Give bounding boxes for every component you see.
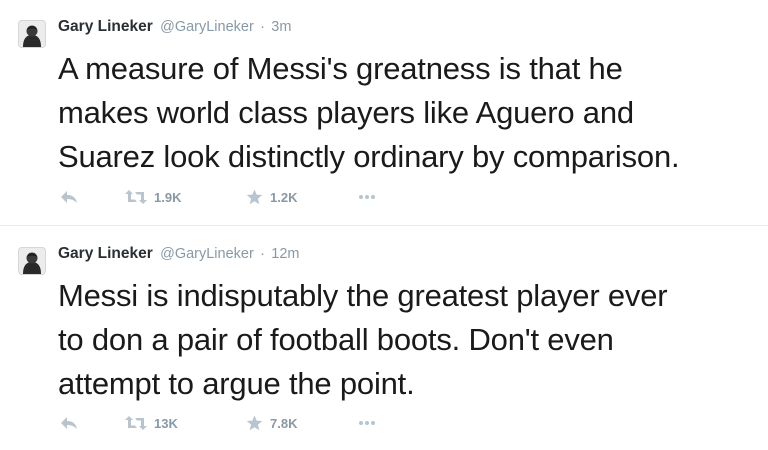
- retweet-icon: [125, 189, 147, 205]
- reply-button[interactable]: [60, 187, 78, 207]
- retweet-count: 13K: [154, 415, 178, 431]
- tweet-text: A measure of Messi's greatness is that h…: [58, 51, 680, 174]
- tweet-divider: [0, 225, 768, 226]
- favorite-button[interactable]: 7.8K: [246, 413, 297, 433]
- favorite-count: 7.8K: [270, 415, 298, 431]
- tweet[interactable]: Gary Lineker @GaryLineker · 12m Messi is…: [0, 227, 768, 450]
- favorite-count: 1.2K: [270, 189, 298, 205]
- retweet-icon: [125, 415, 147, 431]
- tweet-header: Gary Lineker @GaryLineker · 12m: [58, 244, 299, 264]
- star-icon: [246, 415, 263, 431]
- author-name[interactable]: Gary Lineker: [58, 18, 153, 35]
- separator: ·: [260, 246, 265, 262]
- more-button[interactable]: [358, 413, 376, 433]
- reply-icon: [60, 415, 78, 431]
- star-icon: [246, 189, 263, 205]
- more-dots-icon: [358, 194, 376, 200]
- avatar[interactable]: [18, 20, 46, 48]
- tweet-header: Gary Lineker @GaryLineker · 3m: [58, 17, 291, 37]
- retweet-button[interactable]: 13K: [125, 413, 178, 433]
- separator: ·: [260, 19, 265, 35]
- timestamp[interactable]: 12m: [271, 246, 299, 262]
- avatar[interactable]: [18, 247, 46, 275]
- tweet-feed: Gary Lineker @GaryLineker · 3m A measure…: [0, 0, 768, 450]
- timestamp[interactable]: 3m: [271, 19, 291, 35]
- tweet[interactable]: Gary Lineker @GaryLineker · 3m A measure…: [0, 0, 768, 225]
- tweet-text: Messi is indisputably the greatest playe…: [58, 278, 668, 401]
- tweet-actions: 1.9K 1.2K: [60, 187, 560, 207]
- reply-button[interactable]: [60, 413, 78, 433]
- retweet-count: 1.9K: [154, 189, 182, 205]
- more-dots-icon: [358, 420, 376, 426]
- author-handle[interactable]: @GaryLineker: [160, 19, 254, 35]
- tweet-actions: 13K 7.8K: [60, 413, 560, 433]
- author-name[interactable]: Gary Lineker: [58, 245, 153, 262]
- reply-icon: [60, 189, 78, 205]
- retweet-button[interactable]: 1.9K: [125, 187, 181, 207]
- author-handle[interactable]: @GaryLineker: [160, 246, 254, 262]
- favorite-button[interactable]: 1.2K: [246, 187, 297, 207]
- more-button[interactable]: [358, 187, 376, 207]
